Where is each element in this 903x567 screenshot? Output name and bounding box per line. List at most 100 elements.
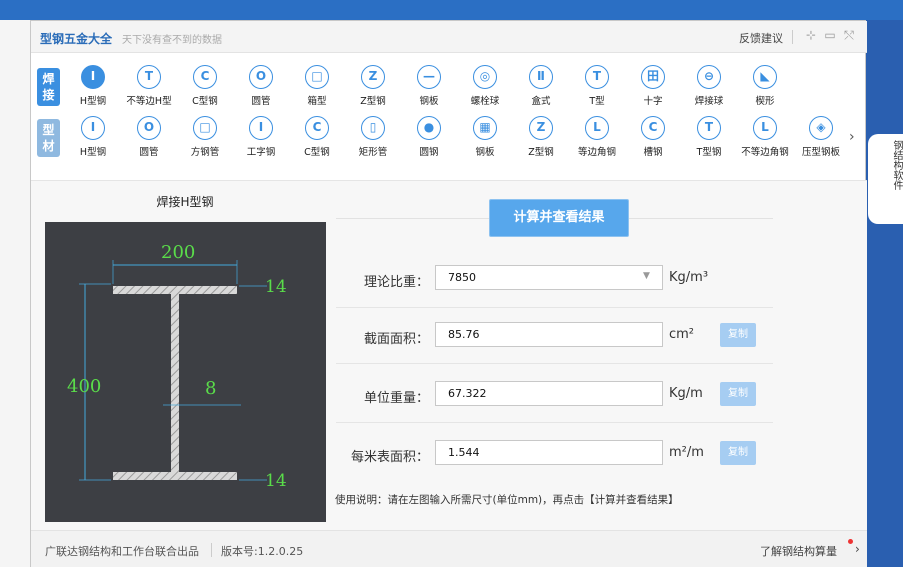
- feedback-link[interactable]: 反馈建议: [739, 30, 783, 46]
- web-thickness-value[interactable]: 8: [205, 378, 216, 399]
- bottom-flange-thickness-value[interactable]: 14: [265, 471, 287, 491]
- pin-icon[interactable]: ⊹: [803, 28, 819, 42]
- chevron-down-icon[interactable]: ▼: [643, 271, 650, 281]
- instructions-text: 使用说明：请在左图输入所需尺寸(单位mm)，再点击【计算并查看结果】: [335, 494, 679, 506]
- top-flange: [113, 286, 237, 294]
- tool-row1-0[interactable]: I H型钢: [67, 65, 119, 107]
- tool-label: 圆管: [251, 96, 271, 107]
- tool-row1-12[interactable]: ◣ 楔形: [739, 65, 791, 107]
- profile-shape-icon: Z: [529, 116, 553, 140]
- profile-shape-icon: □: [305, 65, 329, 89]
- height-value[interactable]: 400: [67, 376, 101, 397]
- profile-shape-icon: O: [249, 65, 273, 89]
- web: [171, 294, 179, 472]
- profile-shape-icon: O: [137, 116, 161, 140]
- tool-row1-3[interactable]: O 圆管: [235, 65, 287, 107]
- minimize-icon[interactable]: ▭: [822, 28, 838, 42]
- top-flange-thickness-value[interactable]: 14: [265, 277, 287, 297]
- tool-row1-1[interactable]: T 不等边H型: [123, 65, 175, 107]
- surface-field[interactable]: 1.544: [435, 440, 663, 465]
- tool-row2-13[interactable]: ◈ 压型钢板: [795, 116, 847, 158]
- divider: [211, 543, 212, 557]
- profile-shape-icon: C: [641, 116, 665, 140]
- tool-row1-4[interactable]: □ 箱型: [291, 65, 343, 107]
- tool-row1-9[interactable]: T T型: [571, 65, 623, 107]
- profile-shape-icon: ▦: [473, 116, 497, 140]
- profile-shape-icon: T: [137, 65, 161, 89]
- category-profile[interactable]: 型材: [37, 119, 60, 157]
- tool-label: 圆管: [139, 147, 159, 158]
- profile-shape-icon: L: [753, 116, 777, 140]
- category-weld[interactable]: 焊接: [37, 68, 60, 106]
- tool-label: Z型钢: [360, 96, 386, 107]
- tool-row2-10[interactable]: C 槽钢: [627, 116, 679, 158]
- tool-row2-11[interactable]: T T型钢: [683, 116, 735, 158]
- tool-label: 工字钢: [246, 147, 276, 158]
- tool-row1-8[interactable]: Ⅱ 盒式: [515, 65, 567, 107]
- tool-label: C型钢: [192, 96, 218, 107]
- tool-row2-7[interactable]: ▦ 钢板: [459, 116, 511, 158]
- flange-width-value[interactable]: 200: [161, 242, 195, 263]
- profile-shape-icon: C: [193, 65, 217, 89]
- tool-label: H型钢: [79, 147, 107, 158]
- tool-row2-9[interactable]: L 等边角钢: [571, 116, 623, 158]
- tool-row2-6[interactable]: ● 圆钢: [403, 116, 455, 158]
- tool-row1-6[interactable]: — 钢板: [403, 65, 455, 107]
- tool-row2-8[interactable]: Z Z型钢: [515, 116, 567, 158]
- divider: [336, 422, 773, 423]
- app-title: 型钢五金大全: [40, 32, 113, 46]
- divider: [336, 363, 773, 364]
- tool-row2-3[interactable]: I 工字钢: [235, 116, 287, 158]
- profile-shape-icon: T: [697, 116, 721, 140]
- tool-label: 压型钢板: [801, 147, 840, 158]
- tool-label: T型: [589, 96, 605, 107]
- divider: [792, 30, 793, 44]
- tool-label: 不等边角钢: [741, 147, 789, 158]
- tool-label: 楔形: [755, 96, 775, 107]
- area-unit: cm²: [669, 327, 695, 342]
- profile-shape-icon: ▯: [361, 116, 385, 140]
- tool-row2-0[interactable]: I H型钢: [67, 116, 119, 158]
- profile-shape-icon: I: [81, 116, 105, 140]
- tool-label: 焊接球: [694, 96, 724, 107]
- tool-row2-4[interactable]: C C型钢: [291, 116, 343, 158]
- copy-area-button[interactable]: 复制: [720, 323, 756, 347]
- chevron-right-icon[interactable]: ›: [855, 542, 860, 556]
- more-arrow-icon[interactable]: ›: [849, 129, 855, 145]
- tool-row2-2[interactable]: □ 方钢管: [179, 116, 231, 158]
- profile-shape-icon: Z: [361, 65, 385, 89]
- tool-label: H型钢: [79, 96, 107, 107]
- unit-weight-field[interactable]: 67.322: [435, 381, 663, 406]
- tool-row2-5[interactable]: ▯ 矩形管: [347, 116, 399, 158]
- profile-shape-icon: T: [585, 65, 609, 89]
- density-select[interactable]: 7850: [435, 265, 663, 290]
- tool-label: 圆钢: [419, 147, 439, 158]
- tool-row2-1[interactable]: O 圆管: [123, 116, 175, 158]
- learn-more-link[interactable]: 了解钢结构算量: [760, 543, 837, 559]
- tool-row1-10[interactable]: 田十字: [627, 65, 679, 107]
- side-widget[interactable]: 钢结构软件: [868, 134, 903, 224]
- tool-label: 钢板: [475, 147, 495, 158]
- profile-shape-icon: Ⅱ: [529, 65, 553, 89]
- tool-row2-12[interactable]: L 不等边角钢: [739, 116, 791, 158]
- surface-label: 每米表面积：: [350, 450, 429, 465]
- tool-row1-7[interactable]: ◎ 螺栓球: [459, 65, 511, 107]
- copy-unit-weight-button[interactable]: 复制: [720, 382, 756, 406]
- bottom-flange: [113, 472, 237, 480]
- tool-row1-2[interactable]: C C型钢: [179, 65, 231, 107]
- tool-label: 盒式: [531, 96, 551, 107]
- area-field[interactable]: 85.76: [435, 322, 663, 347]
- tool-label: 等边角钢: [577, 147, 616, 158]
- copy-surface-button[interactable]: 复制: [720, 441, 756, 465]
- calculate-button[interactable]: 计算并查看结果: [489, 199, 629, 237]
- profile-shape-icon: □: [193, 116, 217, 140]
- tool-label: Z型钢: [528, 147, 554, 158]
- close-icon[interactable]: ⤲: [841, 28, 857, 43]
- tool-row1-11[interactable]: ⊖ 焊接球: [683, 65, 735, 107]
- profile-shape-icon: ●: [417, 116, 441, 140]
- desktop-right-edge: [866, 20, 903, 567]
- tool-row1-5[interactable]: Z Z型钢: [347, 65, 399, 107]
- profile-shape-icon: 田: [641, 65, 665, 89]
- diagram-title: 焊接H型钢: [156, 195, 214, 209]
- h-beam-diagram: 200 400 8 14 14: [45, 222, 326, 522]
